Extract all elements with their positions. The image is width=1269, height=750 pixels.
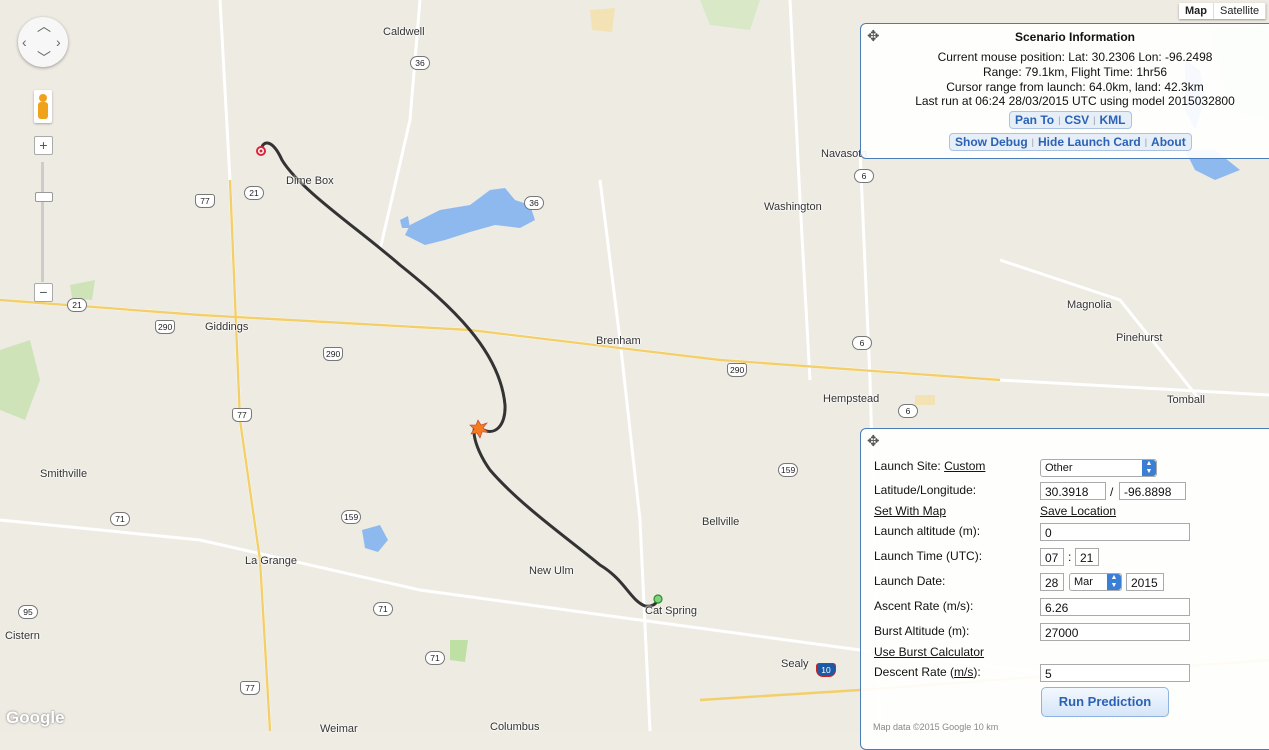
highway-shield: 77 [240, 681, 260, 695]
kml-link[interactable]: KML [1098, 113, 1128, 127]
highway-shield: 77 [232, 408, 252, 422]
place-label: Bellville [702, 516, 740, 528]
zoom-out-button[interactable]: − [34, 283, 53, 302]
highway-shield: 6 [852, 336, 872, 350]
highway-shield: 159 [778, 463, 799, 477]
about-link[interactable]: About [1149, 135, 1188, 149]
map-type-satellite[interactable]: Satellite [1214, 3, 1267, 19]
place-label: Sealy [781, 658, 809, 670]
map-type-control: Map Satellite [1179, 3, 1267, 19]
launch-site-label: Launch Site: Custom [874, 459, 986, 473]
highway-shield: 290 [727, 363, 748, 377]
google-logo: Google [6, 708, 65, 727]
burst-altitude-label: Burst Altitude (m): [874, 624, 970, 638]
highway-shield: 6 [854, 169, 874, 183]
highway-shield: 10 [816, 663, 836, 677]
place-label: Weimar [320, 723, 358, 735]
place-label: Brenham [596, 335, 641, 347]
pan-down-icon[interactable]: ﹀ [37, 51, 51, 65]
ascent-rate-label: Ascent Rate (m/s): [874, 599, 974, 613]
burst-altitude-input[interactable]: 27000 [1040, 623, 1190, 641]
launch-marker [653, 594, 663, 604]
export-links: Pan To | CSV | KML [1009, 111, 1132, 129]
highway-shield: 36 [410, 56, 430, 70]
place-label: Tomball [1167, 394, 1205, 406]
launch-site-select[interactable]: Other ▲ ▼ [1040, 459, 1157, 477]
highway-shield: 77 [195, 194, 215, 208]
pan-left-icon[interactable]: ‹ [22, 35, 27, 49]
highway-shield: 290 [323, 347, 344, 361]
set-with-map-link[interactable]: Set With Map [874, 504, 946, 518]
highway-shield: 6 [898, 404, 918, 418]
highway-shield: 21 [244, 186, 264, 200]
latlon-separator: / [1110, 485, 1114, 499]
csv-link[interactable]: CSV [1062, 113, 1091, 127]
highway-shield: 159 [341, 510, 362, 524]
launch-altitude-label: Launch altitude (m): [874, 524, 981, 538]
descent-rate-input[interactable]: 5 [1040, 664, 1190, 682]
latitude-input[interactable]: 30.3918 [1040, 482, 1106, 500]
descent-rate-label: Descent Rate (m/s): [874, 665, 981, 679]
last-run: Last run at 06:24 28/03/2015 UTC using m… [915, 94, 1235, 108]
move-icon[interactable]: ✥ [867, 432, 880, 450]
pan-control[interactable]: ︿ ﹀ ‹ › [18, 17, 68, 67]
launch-time-label: Launch Time (UTC): [874, 549, 983, 563]
launch-altitude-input[interactable]: 0 [1040, 523, 1190, 541]
place-label: Pinehurst [1116, 332, 1163, 344]
place-label: Magnolia [1067, 299, 1112, 311]
launch-hour-input[interactable]: 07 [1040, 548, 1064, 566]
place-label: New Ulm [529, 565, 574, 577]
zoom-slider-track[interactable] [41, 162, 44, 282]
mouse-position: Current mouse position: Lat: 30.2306 Lon… [937, 50, 1213, 64]
burst-calculator-link[interactable]: Use Burst Calculator [874, 645, 984, 659]
custom-site-link[interactable]: Custom [944, 459, 985, 473]
place-label: Smithville [40, 468, 88, 480]
launch-month-select[interactable]: Mar ▲ ▼ [1069, 573, 1122, 591]
show-debug-link[interactable]: Show Debug [953, 135, 1030, 149]
place-label: Cat Spring [645, 605, 697, 617]
pan-to-link[interactable]: Pan To [1013, 113, 1056, 127]
latlon-label: Latitude/Longitude: [874, 483, 977, 497]
zoom-in-button[interactable]: + [34, 136, 53, 155]
scenario-panel: ✥ Scenario Information Current mouse pos… [860, 23, 1269, 159]
scenario-title: Scenario Information [1014, 30, 1136, 44]
place-label: Hempstead [823, 393, 880, 405]
highway-shield: 290 [155, 320, 176, 334]
ascent-rate-input[interactable]: 6.26 [1040, 598, 1190, 616]
launch-card: ✥ Launch Site: Custom Other ▲ ▼ Latitude/L… [860, 428, 1269, 750]
zoom-slider-thumb[interactable] [35, 192, 53, 202]
launch-minute-input[interactable]: 21 [1075, 548, 1099, 566]
place-label: Giddings [205, 321, 249, 333]
descent-unit-link[interactable]: m/s [954, 665, 973, 679]
launch-day-input[interactable]: 28 [1040, 573, 1064, 591]
time-separator: : [1068, 550, 1072, 564]
highway-shield: 71 [425, 651, 445, 665]
place-label: Cistern [5, 630, 40, 642]
highway-shield: 71 [110, 512, 130, 526]
pegman-icon[interactable] [34, 90, 52, 123]
place-label: Caldwell [383, 26, 425, 38]
longitude-input[interactable]: -96.8898 [1119, 482, 1186, 500]
launch-year-input[interactable]: 2015 [1126, 573, 1164, 591]
place-label: Columbus [490, 721, 540, 733]
launch-date-label: Launch Date: [874, 574, 946, 588]
save-location-link[interactable]: Save Location [1040, 504, 1116, 518]
cursor-range: Cursor range from launch: 64.0km, land: … [946, 80, 1204, 94]
highway-shield: 95 [18, 605, 38, 619]
place-label: Dime Box [286, 175, 334, 187]
hide-launch-card-link[interactable]: Hide Launch Card [1036, 135, 1143, 149]
place-label: La Grange [245, 555, 297, 567]
range-flight-time: Range: 79.1km, Flight Time: 1hr56 [982, 65, 1168, 79]
place-label: Washington [764, 201, 822, 213]
highway-shield: 71 [373, 602, 393, 616]
run-prediction-button[interactable]: Run Prediction [1041, 687, 1169, 717]
pan-up-icon[interactable]: ︿ [37, 19, 51, 33]
highway-shield: 36 [524, 196, 544, 210]
pan-right-icon[interactable]: › [56, 35, 61, 49]
map-type-map[interactable]: Map [1179, 3, 1214, 19]
view-links: Show Debug | Hide Launch Card | About [949, 133, 1192, 151]
highway-shield: 21 [67, 298, 87, 312]
